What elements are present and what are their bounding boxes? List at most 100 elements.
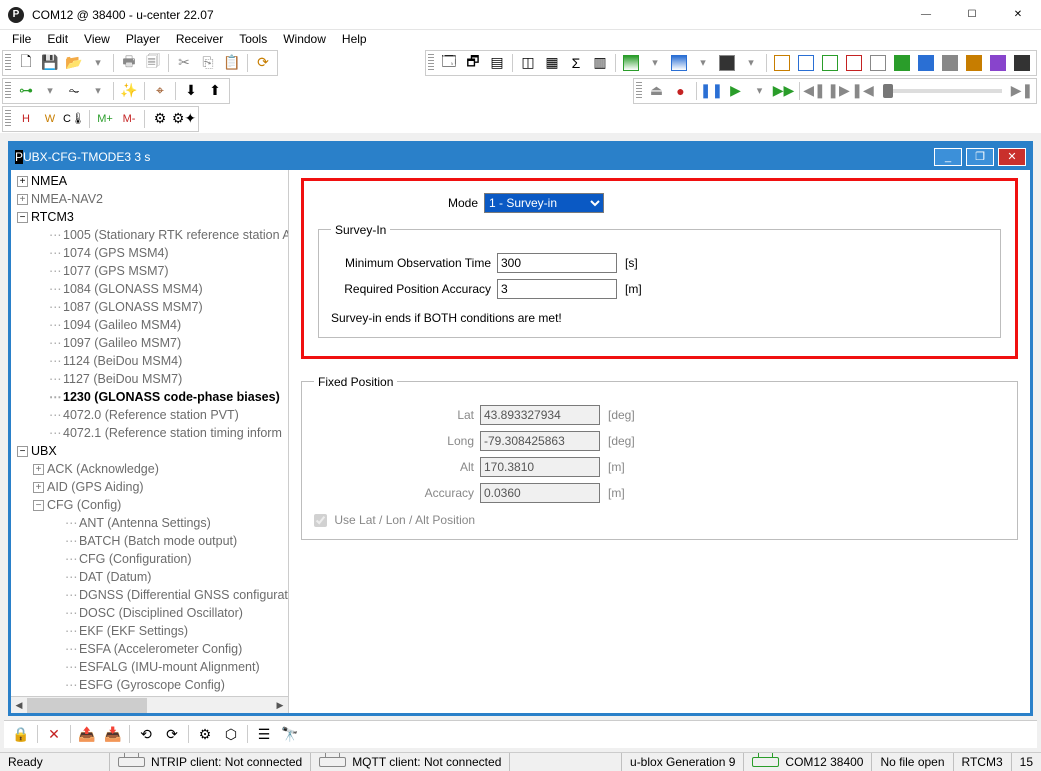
binoculars-icon[interactable]: 🔭	[278, 723, 302, 745]
preview-icon[interactable]: 🗐	[142, 52, 164, 74]
refresh-icon[interactable]: ⟳	[252, 52, 274, 74]
toolbar-grip[interactable]	[5, 82, 11, 100]
config-window-titlebar[interactable]: P UBX-CFG-TMODE3 3 s _ ❐ ✕	[11, 144, 1030, 170]
grid-icon-5[interactable]	[867, 52, 889, 74]
view-icon-4[interactable]: ◫	[517, 52, 539, 74]
tree-item[interactable]: 1074 (GPS MSM4)	[63, 246, 169, 260]
eject-icon[interactable]: ⏏	[646, 80, 668, 102]
tree-item[interactable]: 1005 (Stationary RTK reference station A	[63, 228, 288, 242]
toolbar-grip[interactable]	[636, 82, 642, 100]
dropdown-icon[interactable]: ▾	[740, 52, 762, 74]
view-icon-6[interactable]: Σ	[565, 52, 587, 74]
scroll-thumb[interactable]	[27, 698, 147, 713]
grid-icon-10[interactable]	[987, 52, 1009, 74]
tree-item-selected[interactable]: 1230 (GLONASS code-phase biases)	[63, 390, 280, 404]
inner-maximize-button[interactable]: ❐	[966, 148, 994, 166]
menu-player[interactable]: Player	[118, 30, 168, 48]
tree-rtcm3[interactable]: RTCM3	[31, 210, 74, 224]
inner-close-button[interactable]: ✕	[998, 148, 1026, 166]
tree-cfg[interactable]: CFG (Config)	[47, 498, 121, 512]
hex-icon[interactable]: ⬡	[219, 723, 243, 745]
tree-ack[interactable]: ACK (Acknowledge)	[47, 462, 159, 476]
tree-item[interactable]: 1094 (Galileo MSM4)	[63, 318, 181, 332]
inner-minimize-button[interactable]: _	[934, 148, 962, 166]
dropdown-icon[interactable]: ▾	[749, 80, 771, 102]
tree-item[interactable]: DAT (Datum)	[79, 570, 151, 584]
pause-icon[interactable]: ❚❚	[701, 80, 723, 102]
menu-help[interactable]: Help	[334, 30, 375, 48]
toolbar-grip[interactable]	[5, 54, 11, 72]
scroll-left-icon[interactable]: ◀	[11, 697, 27, 713]
grid-icon-6[interactable]	[891, 52, 913, 74]
view-icon-5[interactable]: ▦	[541, 52, 563, 74]
grid-icon-2[interactable]	[795, 52, 817, 74]
tree-item[interactable]: 4072.0 (Reference station PVT)	[63, 408, 239, 422]
record-icon[interactable]: ●	[670, 80, 692, 102]
tree-item[interactable]: 1087 (GLONASS MSM7)	[63, 300, 203, 314]
mode-select[interactable]: 1 - Survey-in	[484, 193, 604, 213]
tree-aid[interactable]: AID (GPS Aiding)	[47, 480, 144, 494]
bug-icon[interactable]: ⌖	[149, 80, 171, 102]
view-icon-3[interactable]: ▤	[486, 52, 508, 74]
chart-icon-2[interactable]	[668, 52, 690, 74]
min-obs-input[interactable]	[497, 253, 617, 273]
tree-item[interactable]: EKF (EKF Settings)	[79, 624, 188, 638]
grid-icon-3[interactable]	[819, 52, 841, 74]
dropdown-icon[interactable]: ▾	[87, 52, 109, 74]
poll2-icon[interactable]: ⟳	[160, 723, 184, 745]
w-icon[interactable]: W	[39, 108, 61, 130]
menu-edit[interactable]: Edit	[39, 30, 76, 48]
dropdown-icon[interactable]: ▾	[644, 52, 666, 74]
mplus-icon[interactable]: M+	[94, 108, 116, 130]
paste-icon[interactable]: 📋	[221, 52, 243, 74]
skip-end-icon[interactable]: ▶❚	[1011, 80, 1033, 102]
h-icon[interactable]: H	[15, 108, 37, 130]
signal-icon[interactable]: ⏦	[63, 80, 85, 102]
step-fwd-icon[interactable]: ❚▶	[828, 80, 850, 102]
tree-item[interactable]: ESFA (Accelerometer Config)	[79, 642, 242, 656]
delete-icon[interactable]: ✕	[42, 723, 66, 745]
player-slider[interactable]	[883, 89, 1003, 93]
tree-item[interactable]: DGNSS (Differential GNSS configurat	[79, 588, 288, 602]
fast-forward-icon[interactable]: ▶▶	[773, 80, 795, 102]
window-maximize-button[interactable]: ☐	[949, 0, 995, 30]
grid-icon-11[interactable]	[1011, 52, 1033, 74]
chart-icon-1[interactable]	[620, 52, 642, 74]
connect-icon[interactable]: ⊶	[15, 80, 37, 102]
view-icon-7[interactable]: ▥	[589, 52, 611, 74]
toolbar-grip[interactable]	[5, 110, 11, 128]
tree-hscrollbar[interactable]: ◀ ▶	[11, 696, 288, 713]
download-icon[interactable]: ⬇	[180, 80, 202, 102]
grid-icon-4[interactable]	[843, 52, 865, 74]
dropdown-icon[interactable]: ▾	[692, 52, 714, 74]
tree-item[interactable]: 1084 (GLONASS MSM4)	[63, 282, 203, 296]
scroll-right-icon[interactable]: ▶	[272, 697, 288, 713]
step-back-icon[interactable]: ◀❚	[804, 80, 826, 102]
gear-icon[interactable]: ⚙	[193, 723, 217, 745]
receive-icon[interactable]: 📥	[101, 723, 125, 745]
dropdown-icon[interactable]: ▾	[87, 80, 109, 102]
menu-tools[interactable]: Tools	[231, 30, 275, 48]
c-icon[interactable]: C🌡	[63, 108, 85, 130]
tree-item[interactable]: CFG (Configuration)	[79, 552, 192, 566]
open-icon[interactable]: 📂	[63, 52, 85, 74]
toolbar-grip[interactable]	[428, 54, 434, 72]
skip-start-icon[interactable]: ❚◀	[852, 80, 874, 102]
tree-item[interactable]: BATCH (Batch mode output)	[79, 534, 237, 548]
upload-icon[interactable]: ⬆	[204, 80, 226, 102]
window-minimize-button[interactable]: —	[903, 0, 949, 30]
menu-view[interactable]: View	[76, 30, 118, 48]
tree-item[interactable]: ANT (Antenna Settings)	[79, 516, 211, 530]
tree-nmea-nav2[interactable]: NMEA-NAV2	[31, 192, 103, 206]
window-close-button[interactable]: ✕	[995, 0, 1041, 30]
req-acc-input[interactable]	[497, 279, 617, 299]
tree-item[interactable]: ESFALG (IMU-mount Alignment)	[79, 660, 260, 674]
view-icon-2[interactable]: 🗗	[462, 52, 484, 74]
tree-item[interactable]: 1127 (BeiDou MSM7)	[63, 372, 182, 386]
message-tree[interactable]: +NMEA +NMEA-NAV2 −RTCM3 ⋯1005 (Stationar…	[11, 170, 288, 696]
grid-icon-9[interactable]	[963, 52, 985, 74]
gear-icon[interactable]: ⚙	[149, 108, 171, 130]
print-icon[interactable]: 🖶	[118, 52, 140, 74]
copy-icon[interactable]: ⎘	[197, 52, 219, 74]
gear-wand-icon[interactable]: ⚙✦	[173, 108, 195, 130]
